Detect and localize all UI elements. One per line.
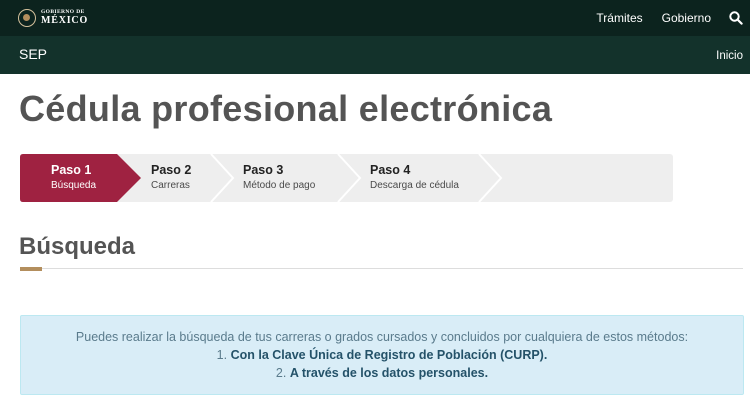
info-intro-text: Puedes realizar la búsqueda de tus carre… [75, 330, 689, 344]
step-1-subtitle: Búsqueda [51, 180, 97, 191]
gov-header: GOBIERNO DE MÉXICO Trámites Gobierno [0, 0, 750, 36]
curp-method-link[interactable]: Con la Clave Única de Registro de Poblac… [231, 348, 548, 362]
step-4-subtitle: Descarga de cédula [370, 180, 459, 191]
step-2-divider [210, 154, 235, 202]
step-2-subtitle: Carreras [151, 180, 190, 191]
step-1[interactable]: Paso 1 Búsqueda [51, 163, 96, 191]
step-3-divider [337, 154, 362, 202]
gobierno-logo[interactable]: GOBIERNO DE MÉXICO [18, 7, 88, 29]
logo-line2: MÉXICO [41, 15, 89, 27]
method-item-curp: 1. Con la Clave Única de Registro de Pob… [21, 348, 743, 362]
search-icon[interactable] [729, 11, 743, 25]
step-4-divider [478, 154, 503, 202]
sep-bar: SEP Inicio [0, 36, 750, 74]
section-divider [20, 268, 743, 269]
method-1-number: 1. [216, 348, 228, 362]
datos-personales-method-link[interactable]: A través de los datos personales. [290, 366, 488, 380]
info-alert: Puedes realizar la búsqueda de tus carre… [20, 315, 744, 395]
nav-tramites-link[interactable]: Trámites [596, 11, 642, 25]
step-3-title: Paso 3 [243, 163, 284, 177]
page-title: Cédula profesional electrónica [19, 88, 553, 129]
stepper: Paso 1 Búsqueda Paso 2 Carreras Paso 3 M… [20, 154, 673, 202]
inicio-link[interactable]: Inicio [716, 50, 743, 62]
step-4[interactable]: Paso 4 Descarga de cédula [370, 163, 459, 191]
step-3[interactable]: Paso 3 Método de pago [243, 163, 315, 191]
gov-nav: Trámites Gobierno [596, 0, 750, 36]
step-4-title: Paso 4 [370, 163, 411, 177]
step-1-title: Paso 1 [51, 163, 92, 177]
sep-label[interactable]: SEP [19, 46, 47, 62]
step-3-subtitle: Método de pago [243, 180, 316, 191]
stepper-arrows [20, 154, 503, 202]
step-2-title: Paso 2 [151, 163, 192, 177]
eagle-seal-icon [18, 9, 36, 27]
section-accent-bar [20, 267, 42, 271]
method-2-number: 2. [275, 366, 287, 380]
step-2[interactable]: Paso 2 Carreras [151, 163, 191, 191]
section-title: Búsqueda [19, 233, 136, 260]
nav-gobierno-link[interactable]: Gobierno [662, 11, 711, 25]
method-item-datos: 2. A través de los datos personales. [21, 366, 743, 380]
